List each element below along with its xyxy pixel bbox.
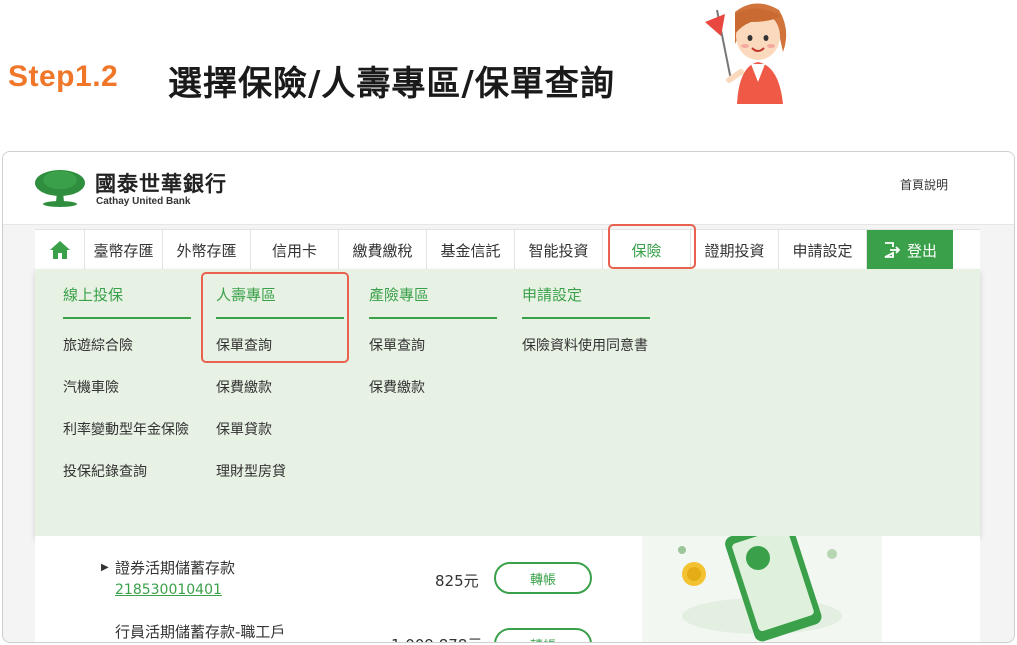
transfer-button[interactable]: 轉帳 [494, 562, 592, 594]
logout-button[interactable]: 登出 [867, 230, 953, 270]
highlight-insurance-tab [608, 224, 696, 269]
nav-settings[interactable]: 申請設定 [779, 230, 867, 270]
menu-item-data-consent[interactable]: 保險資料使用同意書 [522, 335, 648, 355]
home-icon [49, 241, 70, 259]
nav-funds[interactable]: 基金信託 [427, 230, 515, 270]
step-label: Step1.2 [8, 60, 119, 93]
expand-arrow-icon[interactable]: ▶ [101, 562, 109, 573]
step-title: 選擇保險/人壽專區/保單查詢 [168, 64, 615, 104]
site-header: 國泰世華銀行 Cathay United Bank 首頁說明 [3, 152, 1014, 225]
highlight-life-policy-query [201, 272, 349, 363]
bank-logo-icon [35, 170, 85, 207]
menu-item-life-premium-payment[interactable]: 保費繳款 [216, 377, 272, 397]
account-name: 行員活期儲蓄存款-職工戶 [115, 623, 286, 641]
browser-frame: 國泰世華銀行 Cathay United Bank 首頁說明 臺幣存匯 外幣存匯… [2, 151, 1015, 643]
logout-icon [884, 242, 901, 258]
nav-foreign-deposit[interactable]: 外幣存匯 [163, 230, 251, 270]
nav-twd-deposit[interactable]: 臺幣存匯 [85, 230, 163, 270]
account-amount: 1,009,878元 [391, 634, 482, 642]
nav-robo-invest[interactable]: 智能投資 [515, 230, 603, 270]
bank-name: 國泰世華銀行 [95, 172, 227, 196]
menu-item-policy-loan[interactable]: 保單貸款 [216, 419, 272, 439]
nav-payments[interactable]: 繳費繳稅 [339, 230, 427, 270]
menu-heading-online-insure: 線上投保 [63, 286, 124, 304]
menu-heading-settings: 申請設定 [522, 286, 583, 304]
menu-item-property-policy-query[interactable]: 保單查詢 [369, 335, 425, 355]
menu-item-auto-insurance[interactable]: 汽機車險 [63, 377, 119, 397]
menu-item-travel-insurance[interactable]: 旅遊綜合險 [63, 335, 133, 355]
menu-item-property-premium-payment[interactable]: 保費繳款 [369, 377, 425, 397]
account-number-link[interactable]: 218530010401 [115, 582, 222, 598]
menu-item-wealth-mortgage[interactable]: 理財型房貸 [216, 461, 286, 481]
menu-item-insure-records[interactable]: 投保紀錄查詢 [63, 461, 147, 481]
bank-name-english: Cathay United Bank [96, 196, 191, 207]
menu-heading-property-insurance: 產險專區 [369, 286, 430, 304]
main-nav: 臺幣存匯 外幣存匯 信用卡 繳費繳稅 基金信託 智能投資 保險 證期投資 申請設… [35, 229, 980, 270]
mobile-app-promo-image [642, 536, 882, 642]
homepage-help-link[interactable]: 首頁說明 [900, 176, 948, 193]
menu-item-annuity[interactable]: 利率變動型年金保險 [63, 419, 189, 439]
account-name: 證券活期儲蓄存款 [115, 559, 236, 577]
menu-divider [369, 317, 497, 319]
account-list: ▶ 證券活期儲蓄存款 218530010401 825元 轉帳 行員活期儲蓄存款… [35, 536, 980, 642]
transfer-button[interactable]: 轉帳 [494, 628, 592, 642]
nav-credit-card[interactable]: 信用卡 [251, 230, 339, 270]
nav-home[interactable] [35, 230, 85, 270]
menu-divider [522, 317, 650, 319]
logout-label: 登出 [906, 241, 937, 260]
nav-securities[interactable]: 證期投資 [691, 230, 779, 270]
mascot-illustration [705, 3, 787, 104]
account-amount: 825元 [435, 572, 479, 590]
insurance-dropdown-menu: 線上投保 旅遊綜合險 汽機車險 利率變動型年金保險 投保紀錄查詢 人壽專區 保單… [35, 269, 980, 536]
menu-divider [63, 317, 191, 319]
